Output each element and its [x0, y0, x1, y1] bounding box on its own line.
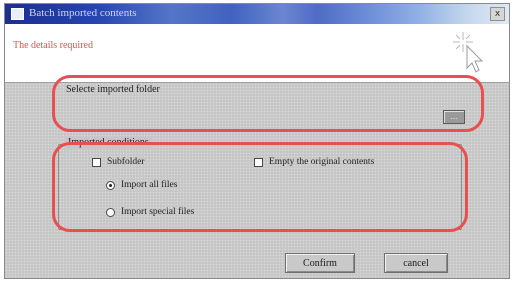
window-title: Batch imported contents: [29, 7, 137, 19]
subfolder-option[interactable]: Subfolder: [92, 157, 144, 167]
empty-original-checkbox[interactable]: [254, 157, 263, 167]
window-icon: [11, 8, 24, 20]
subfolder-label: Subfolder: [107, 157, 145, 167]
import-special-option[interactable]: Import special files: [106, 207, 194, 217]
cancel-button[interactable]: cancel: [384, 253, 448, 273]
import-all-radio[interactable]: [106, 180, 115, 190]
import-special-label: Import special files: [121, 207, 195, 217]
header-title: The details required: [13, 40, 93, 51]
folder-label: Selecte imported folder: [66, 84, 160, 95]
import-special-radio[interactable]: [106, 207, 115, 217]
empty-original-option[interactable]: Empty the original contents: [254, 157, 374, 167]
subfolder-checkbox[interactable]: [92, 157, 101, 167]
confirm-button[interactable]: Confirm: [285, 253, 355, 273]
empty-original-label: Empty the original contents: [269, 157, 375, 167]
import-all-label: Import all files: [121, 180, 178, 190]
browse-button[interactable]: ...: [443, 110, 465, 124]
close-button[interactable]: x: [490, 7, 505, 21]
import-all-option[interactable]: Import all files: [106, 180, 177, 190]
title-bar[interactable]: Batch imported contents x: [5, 4, 509, 24]
sparkle-cursor-icon: [453, 32, 484, 73]
